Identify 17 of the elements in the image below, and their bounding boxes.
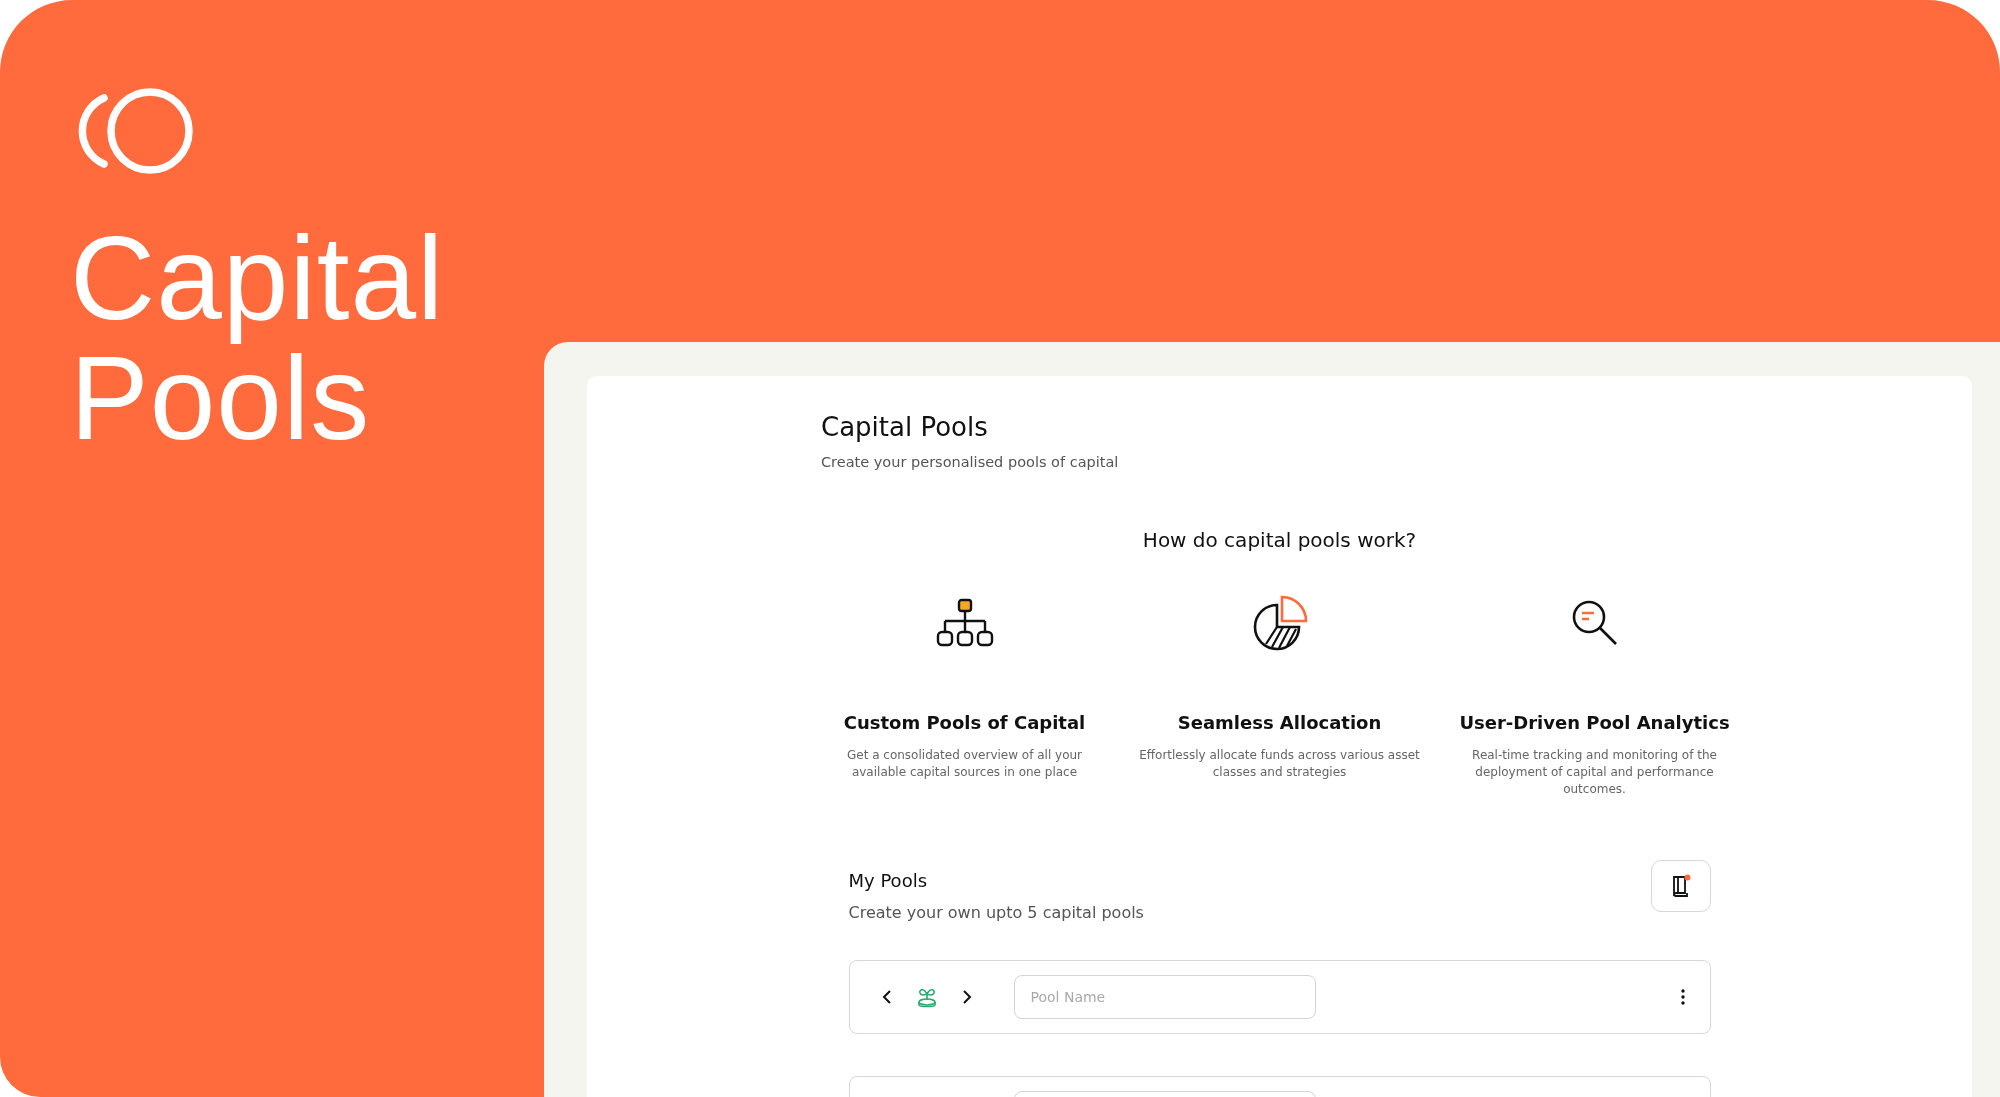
guide-button[interactable] [1650, 860, 1711, 912]
pool-name-field[interactable]: Pool Name [1013, 975, 1316, 1019]
page-title: Capital Pools [821, 412, 989, 442]
feature-description: Effortlessly allocate funds across various asset classes and strategies [1138, 747, 1421, 781]
feature-title: User-Driven Pool Analytics [1459, 712, 1730, 733]
page-subtitle: Create your personalised pools of capital [821, 454, 1120, 470]
hierarchy-icon [934, 598, 995, 648]
feature-title: Custom Pools of Capital [843, 712, 1086, 733]
feature-description: Real-time tracking and monitoring of the deployment of capital and performance outcomes. [1471, 747, 1718, 798]
section-heading: How do capital pools work? [1142, 528, 1417, 552]
feature-description: Get a consolidated overview of all your available capital sources in one place [845, 747, 1084, 781]
my-pools-title: My Pools [848, 870, 929, 891]
kebab-menu-icon [1679, 988, 1686, 1006]
my-pools-subtitle: Create your own upto 5 capital pools [848, 903, 1144, 922]
more-options-button[interactable] [1679, 988, 1686, 1006]
feature-title: Seamless Allocation [1177, 712, 1382, 733]
hero-title: Capital Pools [70, 218, 446, 458]
